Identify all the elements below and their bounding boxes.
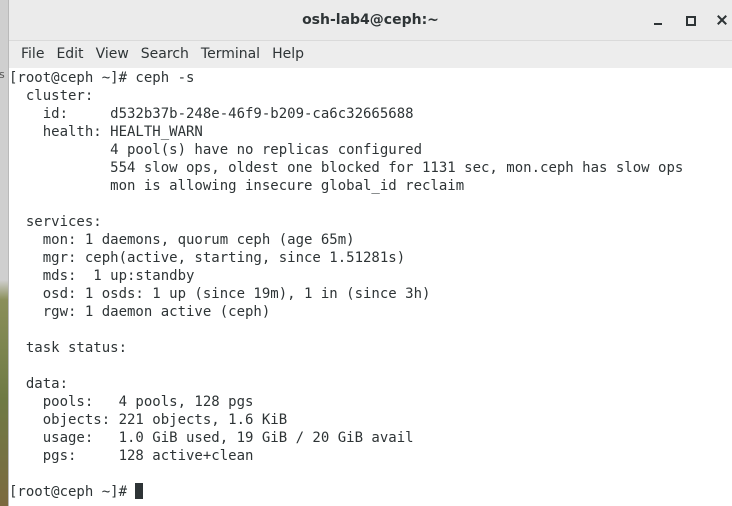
terminal-line: objects: 221 objects, 1.6 KiB [9,412,288,428]
terminal-line: id: d532b37b-248e-46f9-b209-ca6c32665688 [9,106,414,122]
menu-file[interactable]: File [15,41,50,68]
terminal-line: 554 slow ops, oldest one blocked for 113… [9,160,684,176]
menu-help[interactable]: Help [266,41,310,68]
terminal-line: osd: 1 osds: 1 up (since 19m), 1 in (sin… [9,286,431,302]
terminal-line: services: [9,214,102,230]
menu-search[interactable]: Search [135,41,195,68]
terminal-line: mgr: ceph(active, starting, since 1.5128… [9,250,406,266]
menu-bar: File Edit View Search Terminal Help [9,41,732,69]
desktop-background: s [0,0,8,506]
terminal-line: rgw: 1 daemon active (ceph) [9,304,271,320]
terminal-line: mon: 1 daemons, quorum ceph (age 65m) [9,232,355,248]
terminal-line: 4 pool(s) have no replicas configured [9,142,423,158]
shell-prompt: [root@ceph ~]# [9,484,136,500]
prompt-line[interactable]: [root@ceph ~]# [9,483,732,501]
terminal-line: cluster: [9,88,94,104]
text-cursor [135,483,144,499]
minimize-icon[interactable] [649,11,667,29]
terminal-line: pgs: 128 active+clean [9,448,254,464]
menu-view[interactable]: View [90,41,135,68]
terminal-line: task status: [9,340,128,356]
maximize-icon[interactable] [681,11,699,29]
menu-terminal[interactable]: Terminal [195,41,266,68]
terminal-window[interactable]: osh-lab4@ceph:~ File Edit View Search Te… [8,0,732,506]
terminal-line: mds: 1 up:standby [9,268,195,284]
terminal-line: usage: 1.0 GiB used, 19 GiB / 20 GiB ava… [9,430,414,446]
terminal-line: mon is allowing insecure global_id recla… [9,178,465,194]
desktop-edge-text: s [0,68,5,81]
menu-edit[interactable]: Edit [50,41,89,68]
terminal-area[interactable]: [root@ceph ~]# ceph -s cluster: id: d532… [9,68,732,506]
terminal-line: health: HEALTH_WARN [9,124,203,140]
title-bar[interactable]: osh-lab4@ceph:~ [9,0,732,41]
terminal-line: [root@ceph ~]# ceph -s [9,70,195,86]
close-icon[interactable] [713,11,731,29]
terminal-line: pools: 4 pools, 128 pgs [9,394,254,410]
terminal-line: data: [9,376,69,392]
terminal-output: [root@ceph ~]# ceph -s cluster: id: d532… [9,68,732,501]
window-title: osh-lab4@ceph:~ [302,12,439,28]
